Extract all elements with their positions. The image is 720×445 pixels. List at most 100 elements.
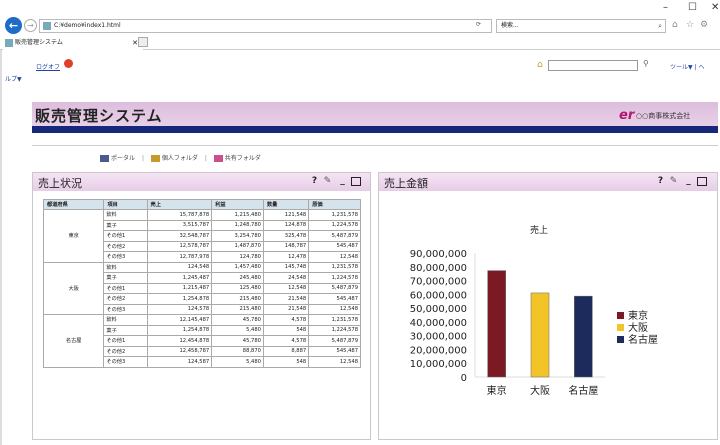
value-cell: 148,787 xyxy=(262,240,310,252)
y-tick-label: 10,000,000 xyxy=(410,359,467,370)
value-cell: 4,578 xyxy=(262,335,310,347)
bar xyxy=(530,292,550,378)
portal-search-input[interactable] xyxy=(548,60,638,71)
item-cell: 菓子 xyxy=(103,272,148,284)
bar xyxy=(574,295,593,378)
sales-bar-chart: 売上 90,000,000 80,000,000 70,000,000 60,000,0… xyxy=(410,224,658,397)
value-cell: 1,254,878 xyxy=(146,293,213,305)
tab-title: 販売管理システム xyxy=(15,39,63,46)
url-text: C:¥demo¥index1.html xyxy=(54,22,121,29)
y-tick-label: 90,000,000 xyxy=(410,249,467,260)
portal-home-icon[interactable]: ⌂ xyxy=(537,60,543,70)
legend-label: 大阪 xyxy=(628,321,648,334)
item-cell: その他1 xyxy=(103,335,148,347)
y-tick-label: 40,000,000 xyxy=(410,318,467,329)
page-icon xyxy=(43,21,51,30)
value-cell: 325,478 xyxy=(262,230,310,242)
portal-search-icon[interactable]: ⚲ xyxy=(643,59,649,68)
value-cell: 215,480 xyxy=(211,303,264,315)
edit-icon[interactable]: ✎ xyxy=(322,176,333,187)
maximize-panel-button[interactable] xyxy=(351,177,361,186)
logout-icon[interactable] xyxy=(64,59,73,68)
sales-status-panel: 売上状況 ? ✎ _ 都道府県 項目 売上 利益 数量 原価 東京 飲料 15,78… xyxy=(32,172,371,440)
y-tick-label: 0 xyxy=(461,373,467,384)
item-cell: その他2 xyxy=(103,240,148,252)
new-tab-button[interactable] xyxy=(138,37,148,47)
value-cell: 12,478 xyxy=(262,251,310,263)
company-name: ○○商事株式会社 xyxy=(636,112,691,120)
tool-menu[interactable]: ツール▼ | ヘ xyxy=(670,62,704,71)
value-cell: 12,548 xyxy=(308,303,361,315)
close-button[interactable]: ✕ xyxy=(711,2,719,13)
sales-table: 都道府県 項目 売上 利益 数量 原価 東京 飲料 15,787,878 1,215,… xyxy=(42,199,361,368)
value-cell: 548 xyxy=(262,356,310,368)
item-cell: その他3 xyxy=(103,356,148,368)
portal-link[interactable]: ポータル xyxy=(111,155,135,162)
value-cell: 124,587 xyxy=(146,356,213,368)
browser-window: – ☐ ✕ ← → C:¥demo¥index1.html ⟳ 検索... ⌕ … xyxy=(0,0,720,445)
maximize-button[interactable]: ☐ xyxy=(688,2,697,13)
browser-search-input[interactable]: 検索... ⌕ xyxy=(496,19,666,33)
table-row: 名古屋 飲料 12,145,487 45,780 4,578 1,231,578 xyxy=(42,314,361,368)
value-cell: 24,548 xyxy=(262,272,310,284)
column-header: 項目 xyxy=(103,199,148,210)
minimize-panel-button[interactable]: _ xyxy=(337,176,348,187)
sales-amount-panel: 売上金額 ? ✎ _ 売上 90,000,000 80,000,000 70,000,… xyxy=(378,172,718,440)
refresh-icon[interactable]: ⟳ xyxy=(476,21,481,28)
help-menu[interactable]: ルプ▼ xyxy=(5,74,22,83)
maximize-panel-button[interactable] xyxy=(697,177,707,186)
item-cell: その他1 xyxy=(103,282,148,294)
value-cell: 124,548 xyxy=(146,261,213,273)
folder-icon xyxy=(100,155,109,162)
search-icon[interactable]: ⌕ xyxy=(658,20,662,32)
portal-nav: ポータル | 個人フォルダ | 共有フォルダ xyxy=(100,153,261,162)
value-cell: 12,578,787 xyxy=(146,240,213,252)
browser-tab[interactable]: 販売管理システム ✕ xyxy=(3,36,143,50)
x-tick-label: 大阪 xyxy=(530,384,550,397)
value-cell: 3,515,787 xyxy=(146,219,213,231)
company-logo: er xyxy=(619,108,635,123)
panel-title: 売上金額 xyxy=(384,177,428,190)
table-row: 大阪 飲料 124,548 1,457,480 145,748 1,231,578 xyxy=(42,261,361,315)
shared-folder-link[interactable]: 共有フォルダ xyxy=(225,155,261,162)
column-header: 売上 xyxy=(146,199,213,210)
help-button[interactable]: ? xyxy=(655,176,666,187)
address-bar[interactable]: C:¥demo¥index1.html xyxy=(39,19,492,33)
home-icon[interactable]: ⌂ xyxy=(672,20,678,30)
gear-icon[interactable]: ⚙ xyxy=(700,20,708,30)
y-tick-label: 80,000,000 xyxy=(410,263,467,274)
value-cell: 5,487,879 xyxy=(308,335,361,347)
value-cell: 12,145,487 xyxy=(146,314,213,326)
table-row: 東京 飲料 15,787,878 1,215,480 121,548 1,231,578 xyxy=(42,209,361,263)
back-button[interactable]: ← xyxy=(5,17,22,34)
value-cell: 12,548 xyxy=(308,356,361,368)
value-cell: 5,480 xyxy=(211,356,264,368)
star-icon[interactable]: ☆ xyxy=(686,20,694,30)
panel-title: 売上状況 xyxy=(38,177,82,190)
y-tick-label: 60,000,000 xyxy=(410,290,467,301)
value-cell: 88,870 xyxy=(211,345,264,357)
personal-folder-link[interactable]: 個人フォルダ xyxy=(162,155,198,162)
value-cell: 545,487 xyxy=(308,240,361,252)
divider xyxy=(32,145,718,146)
value-cell: 124,578 xyxy=(146,303,213,315)
value-cell: 1,215,480 xyxy=(211,209,264,221)
logout-link[interactable]: ログオフ xyxy=(36,62,60,71)
item-cell: その他1 xyxy=(103,230,148,242)
y-tick-label: 70,000,000 xyxy=(410,277,467,288)
edit-icon[interactable]: ✎ xyxy=(668,176,679,187)
minimize-panel-button[interactable]: _ xyxy=(683,176,694,187)
value-cell: 8,887 xyxy=(262,345,310,357)
item-cell: 飲料 xyxy=(103,314,148,326)
value-cell: 5,480 xyxy=(211,324,264,336)
value-cell: 1,248,780 xyxy=(211,219,264,231)
help-button[interactable]: ? xyxy=(309,176,320,187)
item-cell: その他3 xyxy=(103,303,148,315)
panel-titlebar: 売上金額 ? ✎ _ xyxy=(379,173,717,191)
forward-button[interactable]: → xyxy=(24,19,37,32)
chart-title: 売上 xyxy=(530,224,548,236)
value-cell: 145,748 xyxy=(262,261,310,273)
column-header: 原価 xyxy=(308,199,361,210)
minimize-button[interactable]: – xyxy=(663,2,668,13)
tab-favicon xyxy=(5,39,13,47)
